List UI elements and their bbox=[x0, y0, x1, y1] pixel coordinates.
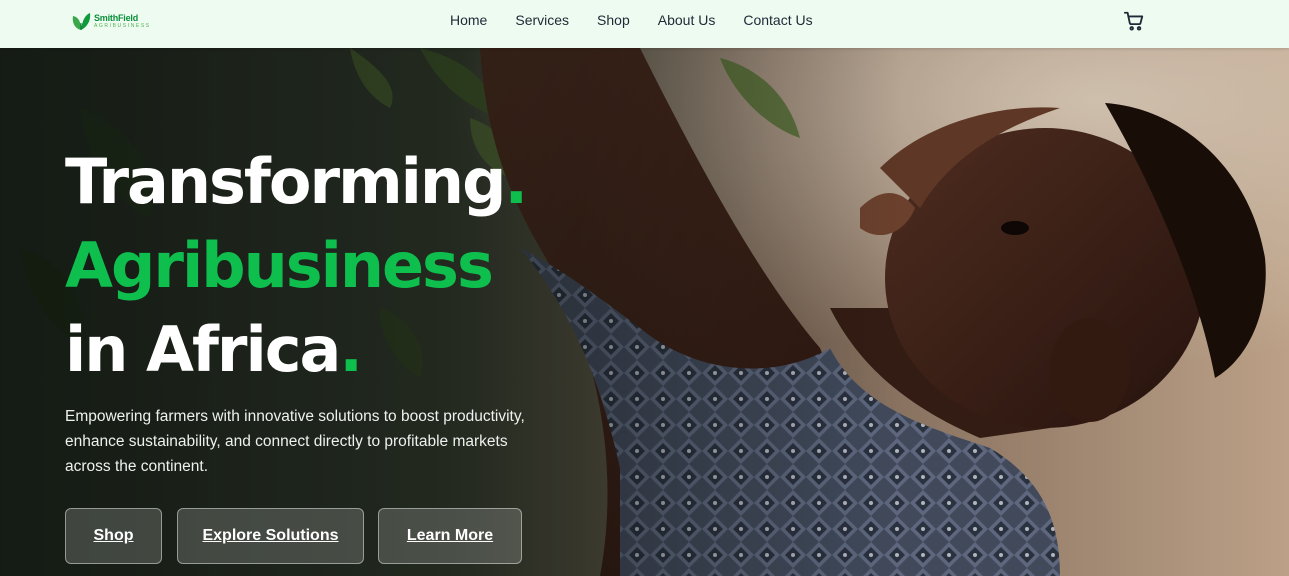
hero-headline: Transforming. Agribusiness in Africa. bbox=[65, 140, 528, 392]
shop-button[interactable]: Shop bbox=[65, 508, 162, 564]
headline-word-transforming: Transforming bbox=[65, 145, 506, 218]
brand-tagline: AGRIBUSINESS bbox=[94, 22, 151, 29]
nav-home[interactable]: Home bbox=[450, 12, 487, 28]
headline-line-3: in Africa. bbox=[65, 308, 526, 392]
headline-line-2: Agribusiness bbox=[65, 229, 494, 302]
hero-description: Empowering farmers with innovative solut… bbox=[65, 408, 525, 475]
headline-words-in-africa: in Africa bbox=[65, 313, 341, 386]
headline-dot: . bbox=[339, 313, 363, 386]
nav-shop[interactable]: Shop bbox=[597, 12, 630, 28]
leaf-logo-icon bbox=[72, 13, 91, 30]
hero-section: Transforming. Agribusiness in Africa. Em… bbox=[0, 48, 1289, 576]
nav-about-us[interactable]: About Us bbox=[658, 12, 716, 28]
headline-line-1: Transforming. bbox=[65, 140, 528, 224]
brand-name: SmithField bbox=[94, 12, 139, 23]
headline-dot: . bbox=[504, 145, 528, 218]
explore-solutions-button[interactable]: Explore Solutions bbox=[177, 508, 364, 564]
brand-logo[interactable]: SmithField AGRIBUSINESS bbox=[70, 8, 160, 34]
main-nav: Home Services Shop About Us Contact Us bbox=[450, 12, 813, 28]
nav-contact-us[interactable]: Contact Us bbox=[743, 12, 812, 28]
learn-more-button[interactable]: Learn More bbox=[378, 508, 522, 564]
navbar: SmithField AGRIBUSINESS Home Services Sh… bbox=[0, 0, 1289, 48]
shopping-cart-icon[interactable] bbox=[1123, 10, 1145, 32]
nav-services[interactable]: Services bbox=[515, 12, 569, 28]
